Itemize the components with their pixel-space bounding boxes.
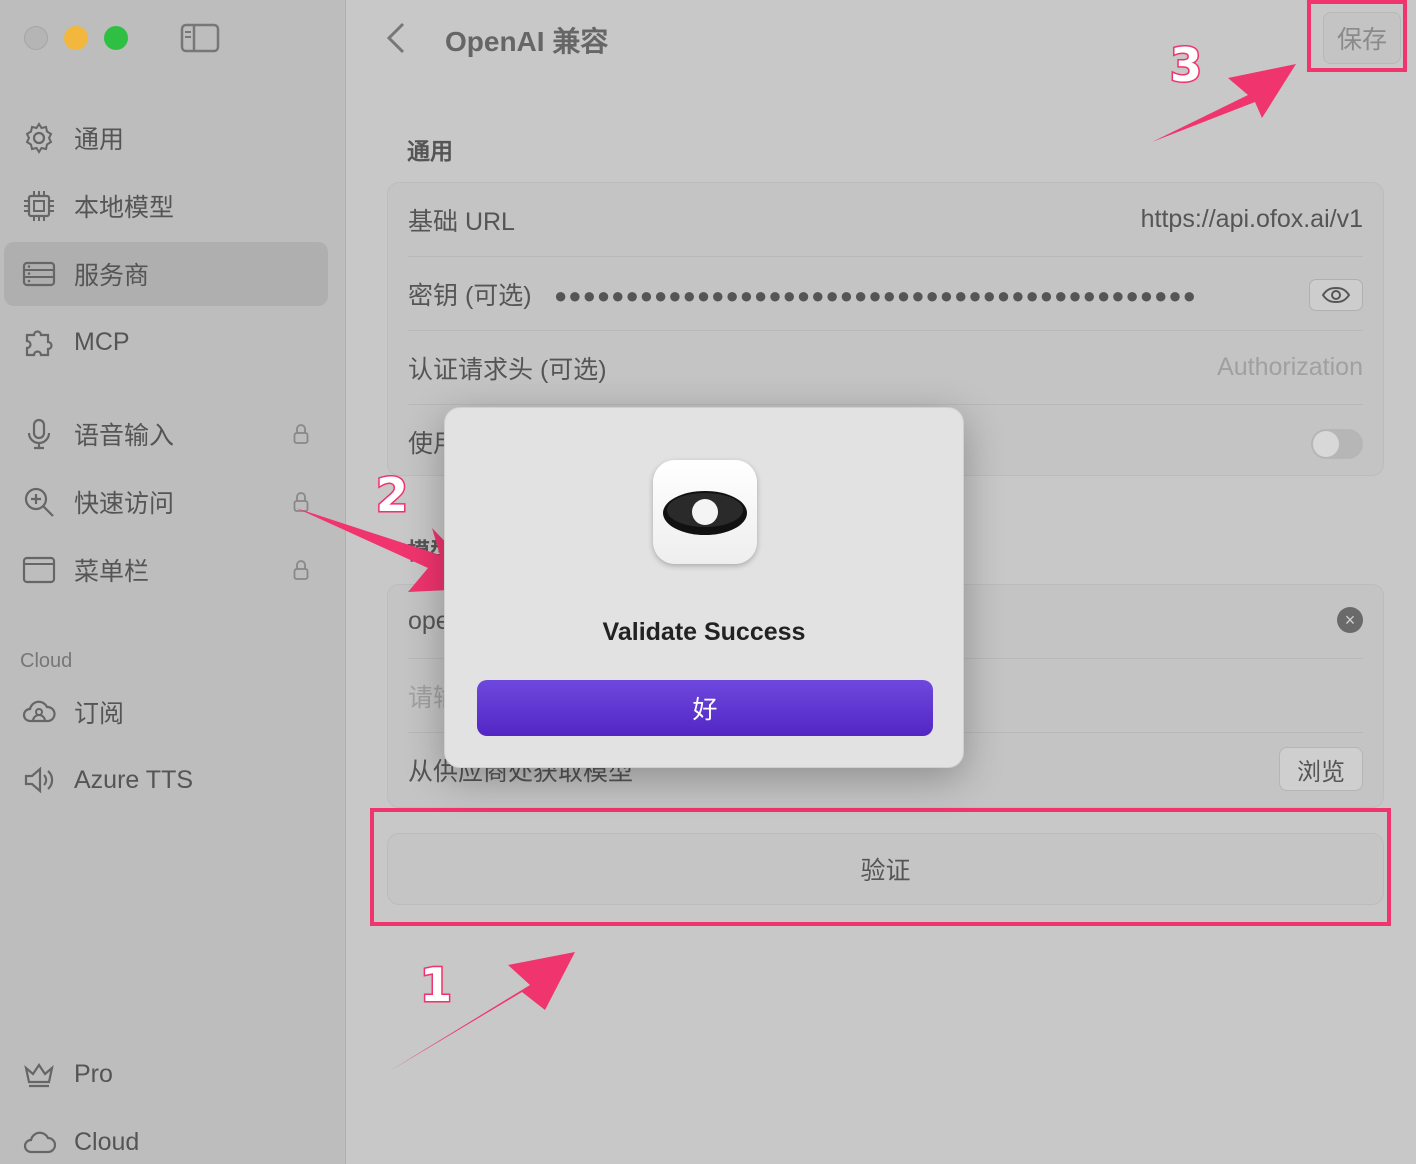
sidebar-item-label: 语音输入	[74, 422, 175, 450]
sidebar-item-cloud[interactable]: Cloud	[0, 1110, 346, 1164]
sidebar-item-voice-input[interactable]: 语音输入	[0, 402, 346, 466]
verify-highlight-box	[370, 808, 1391, 926]
sidebar-item-label: 快速访问	[74, 490, 175, 518]
validate-success-dialog: Validate Success 好	[444, 407, 964, 768]
app-logo-icon	[653, 460, 757, 564]
auth-header-label: 认证请求头 (可选)	[408, 355, 607, 384]
auth-header-row: 认证请求头 (可选) Authorization	[408, 331, 1363, 405]
annotation-number-2: 2	[374, 467, 409, 524]
microphone-icon	[27, 418, 51, 450]
annotation-number-1: 1	[418, 957, 453, 1014]
ok-button[interactable]: 好	[477, 680, 933, 736]
maximize-window-button[interactable]	[104, 26, 128, 50]
chip-icon	[24, 191, 54, 221]
crown-icon	[24, 1063, 54, 1088]
sidebar-item-mcp[interactable]: MCP	[0, 310, 346, 374]
show-key-button[interactable]	[1309, 279, 1363, 311]
sidebar-item-label: Pro	[74, 1059, 113, 1088]
sidebar-item-label: MCP	[74, 327, 130, 356]
back-chevron-icon[interactable]	[385, 20, 409, 56]
sidebar-item-azure-tts[interactable]: Azure TTS	[0, 748, 346, 812]
puzzle-icon	[25, 330, 53, 357]
base-url-field[interactable]: https://api.ofox.ai/v1	[1141, 205, 1363, 234]
sidebar-item-quick-access[interactable]: 快速访问	[0, 470, 346, 534]
sidebar-item-label: 服务商	[74, 262, 150, 290]
section-title-general: 通用	[407, 138, 453, 164]
window-icon	[22, 556, 56, 584]
lock-icon	[293, 424, 309, 444]
sidebar-item-subscription[interactable]: 订阅	[0, 680, 346, 744]
base-url-label: 基础 URL	[408, 207, 515, 236]
lock-icon	[293, 492, 309, 512]
sidebar-item-pro[interactable]: Pro	[0, 1042, 346, 1106]
close-window-button[interactable]	[24, 26, 48, 50]
remove-model-icon[interactable]: ×	[1337, 607, 1363, 633]
sidebar-item-menubar[interactable]: 菜单栏	[0, 538, 346, 602]
sidebar-item-label: 通用	[74, 126, 125, 154]
eye-icon	[1321, 286, 1351, 304]
save-highlight-box	[1307, 0, 1407, 72]
sidebar-item-label: 菜单栏	[74, 558, 150, 586]
sidebar-item-label: Azure TTS	[74, 765, 194, 794]
api-key-field[interactable]: ●●●●●●●●●●●●●●●●●●●●●●●●●●●●●●●●●●●●●●●●…	[554, 283, 1197, 309]
api-key-label: 密钥 (可选)	[408, 281, 532, 310]
auth-header-input[interactable]: Authorization	[1217, 353, 1363, 382]
sidebar-item-local-models[interactable]: 本地模型	[0, 174, 346, 238]
speaker-icon	[24, 766, 54, 794]
annotation-number-3: 3	[1168, 37, 1203, 94]
gear-icon	[25, 122, 53, 154]
browse-button[interactable]: 浏览	[1279, 747, 1363, 791]
sidebar-item-general[interactable]: 通用	[0, 106, 346, 170]
sidebar-section-cloud: Cloud	[20, 650, 73, 672]
zoom-search-icon	[24, 487, 54, 517]
cloud-person-icon	[22, 700, 56, 723]
sidebar: 通用 本地模型 服务商 MCP 语音输入 快速访问 菜单栏 Cloud 订阅 A…	[0, 0, 346, 1164]
sidebar-toggle-icon[interactable]	[180, 23, 220, 53]
page-title: OpenAI 兼容	[445, 26, 609, 57]
sidebar-item-label: 订阅	[74, 700, 125, 728]
sidebar-item-label: 本地模型	[74, 194, 175, 222]
dialog-title: Validate Success	[602, 618, 806, 646]
sidebar-item-providers[interactable]: 服务商	[4, 242, 328, 306]
api-key-row: 密钥 (可选) ●●●●●●●●●●●●●●●●●●●●●●●●●●●●●●●●…	[408, 257, 1363, 331]
minimize-window-button[interactable]	[64, 26, 88, 50]
cloud-icon	[23, 1131, 56, 1154]
base-url-row: 基础 URL https://api.ofox.ai/v1	[408, 183, 1363, 257]
lock-icon	[293, 560, 309, 580]
server-icon	[22, 261, 56, 287]
sidebar-item-label: Cloud	[74, 1127, 140, 1156]
use-toggle-switch[interactable]	[1311, 429, 1363, 459]
